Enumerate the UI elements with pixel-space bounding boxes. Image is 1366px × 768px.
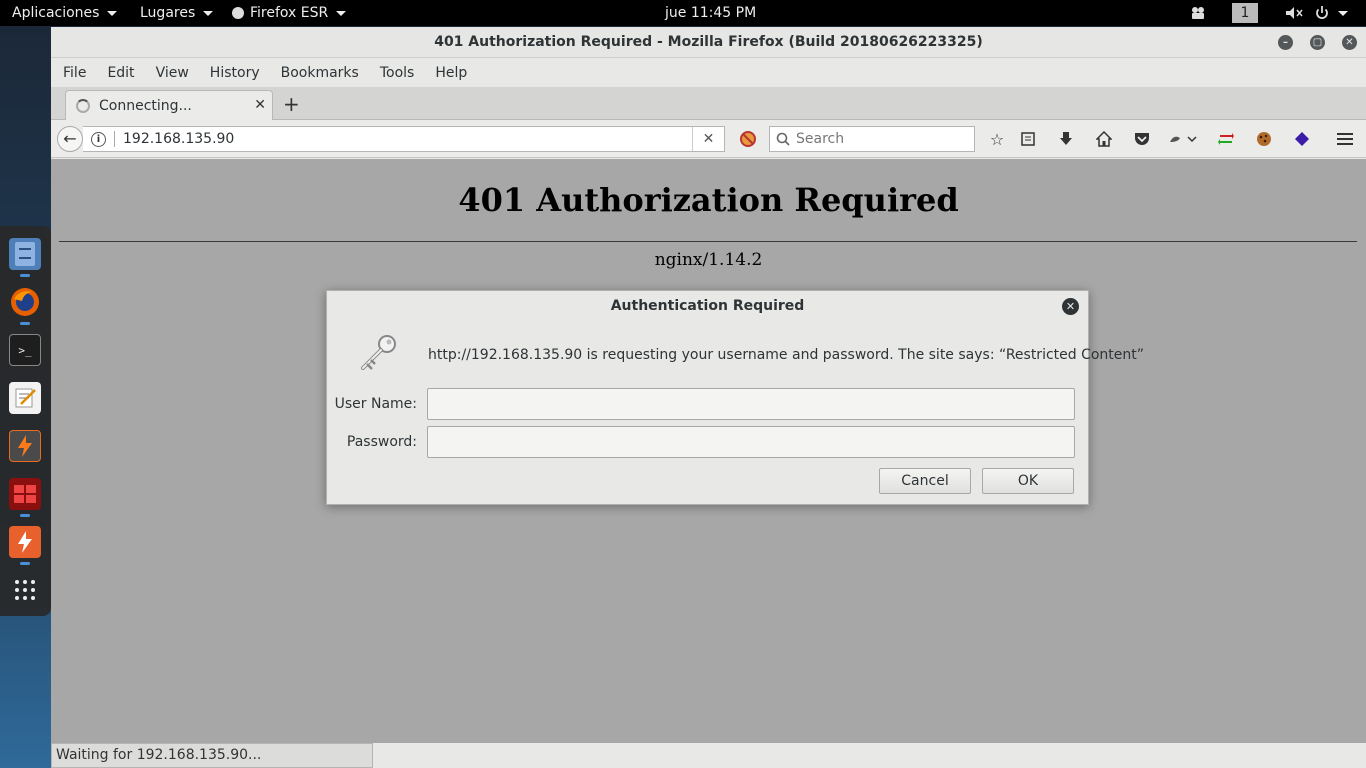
menu-edit[interactable]: Edit [107,65,134,81]
password-field[interactable] [427,426,1075,458]
search-placeholder: Search [796,131,845,147]
stop-loading-icon[interactable]: ✕ [692,127,724,151]
firefox-small-icon [232,7,244,19]
places-menu[interactable]: Lugares [140,0,214,26]
url-separator [114,131,115,147]
tab-label: Connecting... [99,97,192,114]
menu-bookmarks[interactable]: Bookmarks [281,65,359,81]
workspace-indicator[interactable]: 1 [1232,3,1258,23]
gnome-top-bar: Aplicaciones Lugares Firefox ESR jue 11:… [0,0,1366,26]
hamburger-menu-icon[interactable] [1335,129,1355,149]
download-icon[interactable] [1056,129,1076,149]
search-icon [776,132,790,146]
ok-button[interactable]: OK [982,468,1074,494]
running-indicator [20,274,30,277]
clock[interactable]: jue 11:45 PM [665,0,756,26]
back-arrow-icon[interactable]: ← [57,126,83,152]
maximize-icon[interactable]: ▢ [1310,35,1325,50]
burpsuite-community-app-icon[interactable] [9,526,41,558]
bookmark-star-icon[interactable]: ☆ [987,129,1007,149]
username-label: User Name: [334,396,417,412]
user-agent-switcher-icon[interactable] [1216,129,1236,149]
status-bar: Waiting for 192.168.135.90... [51,743,373,768]
show-applications-icon[interactable] [9,574,41,606]
camera-icon[interactable] [1190,0,1208,26]
firefox-app-icon[interactable] [9,286,41,318]
power-icon [1316,6,1328,19]
chevron-down-icon [1338,10,1348,16]
active-app-menu[interactable]: Firefox ESR [232,0,347,26]
chevron-down-icon [203,10,214,16]
page-divider [59,241,1357,242]
dialog-titlebar[interactable]: Authentication Required ✕ [327,291,1088,322]
applications-menu[interactable]: Aplicaciones [12,0,118,26]
tab-close-icon[interactable]: ✕ [254,97,266,113]
running-indicator [20,322,30,325]
cancel-button[interactable]: Cancel [879,468,971,494]
power-menu[interactable] [1314,0,1348,26]
window-title: 401 Authorization Required - Mozilla Fir… [434,34,983,50]
password-label: Password: [346,434,417,450]
files-app-icon[interactable] [9,238,41,270]
volume-muted-icon[interactable] [1285,0,1303,26]
menu-tools[interactable]: Tools [380,65,415,81]
home-icon[interactable] [1094,129,1114,149]
reading-list-icon[interactable] [1018,129,1038,149]
key-icon [361,335,396,370]
menu-file[interactable]: File [63,65,86,81]
foxyproxy-icon[interactable] [1167,129,1199,149]
tab-strip: Connecting... ✕ + [51,87,1366,120]
tab-connecting[interactable]: Connecting... ✕ [65,90,273,120]
new-tab-icon[interactable]: + [283,92,300,116]
places-menu-label: Lugares [140,5,196,21]
navigation-toolbar: ← i 192.168.135.90 ✕ Search ☆ [51,120,1366,158]
url-text[interactable]: 192.168.135.90 [123,131,234,147]
menu-history[interactable]: History [210,65,260,81]
cookie-icon[interactable] [1254,129,1274,149]
terminal-app-icon[interactable]: >_ [9,334,41,366]
menu-view[interactable]: View [156,65,189,81]
info-icon[interactable]: i [91,131,106,147]
url-bar[interactable]: i 192.168.135.90 ✕ [83,126,725,152]
pocket-icon[interactable] [1132,129,1152,149]
server-signature: nginx/1.14.2 [654,250,763,270]
dialog-message: http://192.168.135.90 is requesting your… [428,347,1145,363]
username-field[interactable] [427,388,1075,420]
dialog-close-icon[interactable]: ✕ [1062,298,1079,315]
page-title: 401 Authorization Required [458,181,959,219]
window-close-icon[interactable]: ✕ [1342,35,1357,50]
loading-spinner-icon [76,98,90,113]
chevron-down-icon [336,10,347,16]
active-app-label: Firefox ESR [250,5,329,21]
window-titlebar[interactable]: 401 Authorization Required - Mozilla Fir… [51,27,1366,58]
armitage-app-icon[interactable] [9,478,41,510]
auth-dialog: Authentication Required ✕ http://192.168… [326,290,1144,505]
dash: >_ [0,226,51,616]
running-indicator [20,562,30,565]
noscript-icon[interactable] [738,129,758,149]
minimize-icon[interactable]: – [1278,35,1293,50]
running-indicator [20,514,30,517]
chevron-down-icon [107,10,118,16]
text-editor-app-icon[interactable] [9,382,41,414]
menubar: File Edit View History Bookmarks Tools H… [51,58,1366,87]
search-bar[interactable]: Search [769,126,975,152]
clock-label: jue 11:45 PM [665,5,757,21]
dialog-title: Authentication Required [610,298,805,314]
burpsuite-app-icon[interactable] [9,430,41,462]
menu-help[interactable]: Help [435,65,467,81]
applications-menu-label: Aplicaciones [12,5,100,21]
wappalyzer-icon[interactable] [1292,129,1312,149]
